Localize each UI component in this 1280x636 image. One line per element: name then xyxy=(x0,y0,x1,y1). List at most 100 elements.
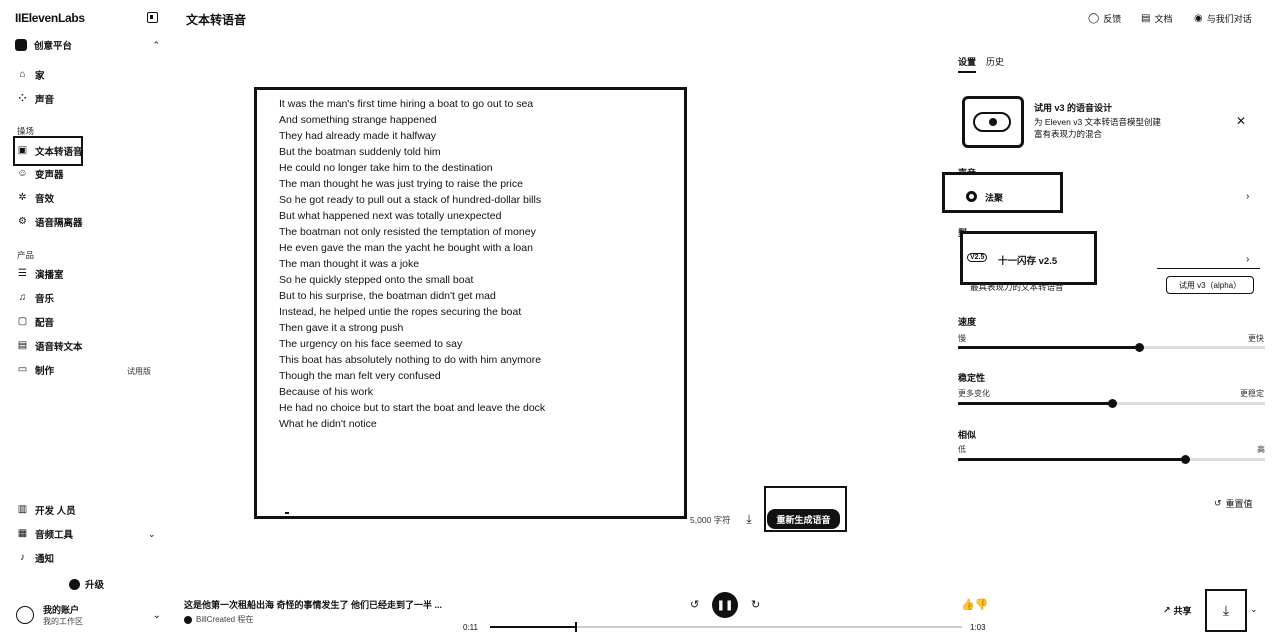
progress-handle[interactable] xyxy=(574,622,577,632)
text-line[interactable]: Then gave it a strong push xyxy=(279,320,545,336)
sidebar-item-dubbing[interactable]: ▢ 配音 xyxy=(17,315,55,330)
reset-icon: ↺ xyxy=(1214,498,1222,508)
feedback-link[interactable]: ◯ 反馈 xyxy=(1088,12,1121,25)
chevron-down-icon[interactable]: ⌄ xyxy=(1250,604,1258,615)
slider-min-label: 更多变化 xyxy=(958,389,990,398)
text-line[interactable]: Though the man felt very confused xyxy=(279,368,545,384)
total-time: 1:03 xyxy=(970,623,986,632)
text-editor[interactable]: It was the man's first time hiring a boa… xyxy=(254,87,687,519)
thumbs-feedback-icon[interactable]: 👍👎 xyxy=(961,598,988,611)
text-line[interactable]: He could no longer take him to the desti… xyxy=(279,160,545,176)
pause-button[interactable]: ❚❚ xyxy=(712,592,738,618)
beta-badge: 试用版 xyxy=(127,367,151,376)
download-icon: ⤓ xyxy=(1222,602,1230,618)
elevenlabs-logo[interactable]: IIElevenLabs xyxy=(15,11,85,25)
sidebar-item-productions[interactable]: ▭ 制作 xyxy=(17,363,55,378)
sidebar-item-voice-isolator[interactable]: ⚙ 语音隔离器 xyxy=(17,215,83,230)
account-workspace: 我的工作区 xyxy=(43,617,83,626)
slider-max-label: 更稳定 xyxy=(1240,389,1264,398)
text-line[interactable]: And something strange happened xyxy=(279,112,545,128)
stability-slider[interactable] xyxy=(958,399,1265,408)
sidebar-item-label: 音频工具 xyxy=(35,530,74,541)
text-line[interactable]: What he didn't notice xyxy=(279,416,545,432)
text-line[interactable]: The man thought it was a joke xyxy=(279,256,545,272)
regenerate-speech-button[interactable]: 重新生成语音 xyxy=(767,509,840,529)
promo-title[interactable]: 试用 v3 的语音设计 xyxy=(1034,101,1112,114)
forward-icon[interactable]: ↻ xyxy=(751,598,760,611)
text-line[interactable]: So he quickly stepped onto the small boa… xyxy=(279,272,545,288)
sidebar-item-voice-changer[interactable]: ☺ 变声器 xyxy=(17,167,64,182)
sound-effects-icon: ✲ xyxy=(18,192,27,203)
sidebar-collapse-icon[interactable] xyxy=(147,12,158,23)
chevron-right-icon[interactable]: › xyxy=(1246,191,1249,202)
slider-handle[interactable] xyxy=(1135,343,1145,352)
sidebar-item-studio[interactable]: ☰ 演播室 xyxy=(17,267,64,282)
text-line[interactable]: They had already made it halfway xyxy=(279,128,545,144)
share-button[interactable]: ↗ 共享 xyxy=(1163,604,1192,617)
text-line[interactable]: He had no choice but to start the boat a… xyxy=(279,400,545,416)
sidebar-item-label: 配音 xyxy=(35,318,55,329)
text-line[interactable]: The urgency on his face seemed to say xyxy=(279,336,545,352)
slider-min-label: 慢 xyxy=(958,334,966,343)
text-line[interactable]: But the boatman suddenly told him xyxy=(279,144,545,160)
chevron-down-icon[interactable]: ⌄ xyxy=(148,529,156,540)
sidebar-item-notifications[interactable]: ♪ 通知 xyxy=(17,551,54,566)
rewind-icon[interactable]: ↺ xyxy=(690,598,699,611)
tab-history[interactable]: 历史 xyxy=(986,55,1004,68)
tab-settings[interactable]: 设置 xyxy=(958,55,977,73)
chevron-updown-icon: ⌃ xyxy=(152,39,160,50)
audio-tools-icon: ▦ xyxy=(17,528,28,539)
sidebar-item-text-to-speech[interactable]: ▣ 文本转语音 xyxy=(17,144,83,159)
download-button[interactable]: ⤓ xyxy=(1205,589,1247,632)
reset-values-button[interactable]: ↺ 重置值 xyxy=(1214,497,1253,510)
text-line[interactable]: It was the man's first time hiring a boa… xyxy=(279,96,545,112)
text-line[interactable]: Because of his work xyxy=(279,384,545,400)
account-menu[interactable]: 我的账户 我的工作区 ⌄ xyxy=(16,603,161,627)
talk-to-us-label: 与我们对话 xyxy=(1206,14,1252,24)
sidebar-item-audio-tools[interactable]: ▦ 音频工具 xyxy=(17,527,74,542)
text-line[interactable]: The man thought he was just trying to ra… xyxy=(279,176,545,192)
sidebar-item-label: 制作 xyxy=(35,366,55,377)
slider-handle[interactable] xyxy=(1181,455,1191,464)
model-name: 十一闪存 v2.5 xyxy=(998,256,1058,267)
try-v3-button[interactable]: 试用 v3（alpha） xyxy=(1166,276,1254,294)
similarity-slider[interactable] xyxy=(958,455,1265,464)
voice-isolator-icon: ⚙ xyxy=(18,216,27,227)
slider-label-stability: 稳定性 xyxy=(958,373,986,383)
agent-icon: ◉ xyxy=(1194,13,1203,24)
download-icon[interactable]: ⤓ xyxy=(742,512,756,526)
text-line[interactable]: The boatman not only resisted the tempta… xyxy=(279,224,545,240)
close-icon[interactable]: ✕ xyxy=(1236,114,1246,128)
char-count: 5,000 字符 xyxy=(690,515,731,525)
speed-slider[interactable] xyxy=(958,343,1265,352)
text-line[interactable]: But to his surprise, the boatman didn't … xyxy=(279,288,545,304)
playback-progress[interactable] xyxy=(490,622,962,632)
sidebar-item-developers[interactable]: ▥ 开发 人员 xyxy=(17,503,76,518)
chevron-down-icon: ⌄ xyxy=(152,609,161,621)
section-label-products: 产品 xyxy=(17,250,35,260)
sidebar-item-home[interactable]: ⌂ 家 xyxy=(17,68,44,83)
upgrade-button[interactable]: 升级 xyxy=(69,577,104,591)
text-line[interactable]: He even gave the man the yacht he bought… xyxy=(279,240,545,256)
sidebar-item-label: 变声器 xyxy=(35,170,64,181)
reset-label: 重置值 xyxy=(1225,499,1253,509)
sidebar: IIElevenLabs 创意平台 ⌃ ⌂ 家 ⁘ 声音 操场 ▣ 文本转语音 … xyxy=(0,0,172,636)
sidebar-item-voices[interactable]: ⁘ 声音 xyxy=(17,92,54,107)
workspace-label: 创意平台 xyxy=(34,41,73,52)
text-line[interactable]: But what happened next was totally unexp… xyxy=(279,208,545,224)
editor-text[interactable]: It was the man's first time hiring a boa… xyxy=(279,96,545,432)
sidebar-item-music[interactable]: ♫ 音乐 xyxy=(17,291,54,306)
chevron-right-icon[interactable]: › xyxy=(1246,254,1249,265)
slider-handle[interactable] xyxy=(1107,399,1117,408)
text-line[interactable]: This boat has absolutely nothing to do w… xyxy=(279,352,545,368)
voice-avatar-icon xyxy=(966,191,977,202)
workspace-switcher[interactable]: 创意平台 ⌃ xyxy=(15,38,160,52)
document-icon: ▤ xyxy=(1141,13,1151,24)
docs-link[interactable]: ▤ 文档 xyxy=(1141,12,1172,25)
sidebar-item-speech-to-text[interactable]: ▤ 语音转文本 xyxy=(17,339,83,354)
text-line[interactable]: Instead, he helped untie the ropes secur… xyxy=(279,304,545,320)
slider-fill xyxy=(958,458,1186,461)
sidebar-item-sound-effects[interactable]: ✲ 音效 xyxy=(17,191,54,206)
talk-to-us-link[interactable]: ◉ 与我们对话 xyxy=(1194,12,1252,25)
text-line[interactable]: So he got ready to pull out a stack of h… xyxy=(279,192,545,208)
